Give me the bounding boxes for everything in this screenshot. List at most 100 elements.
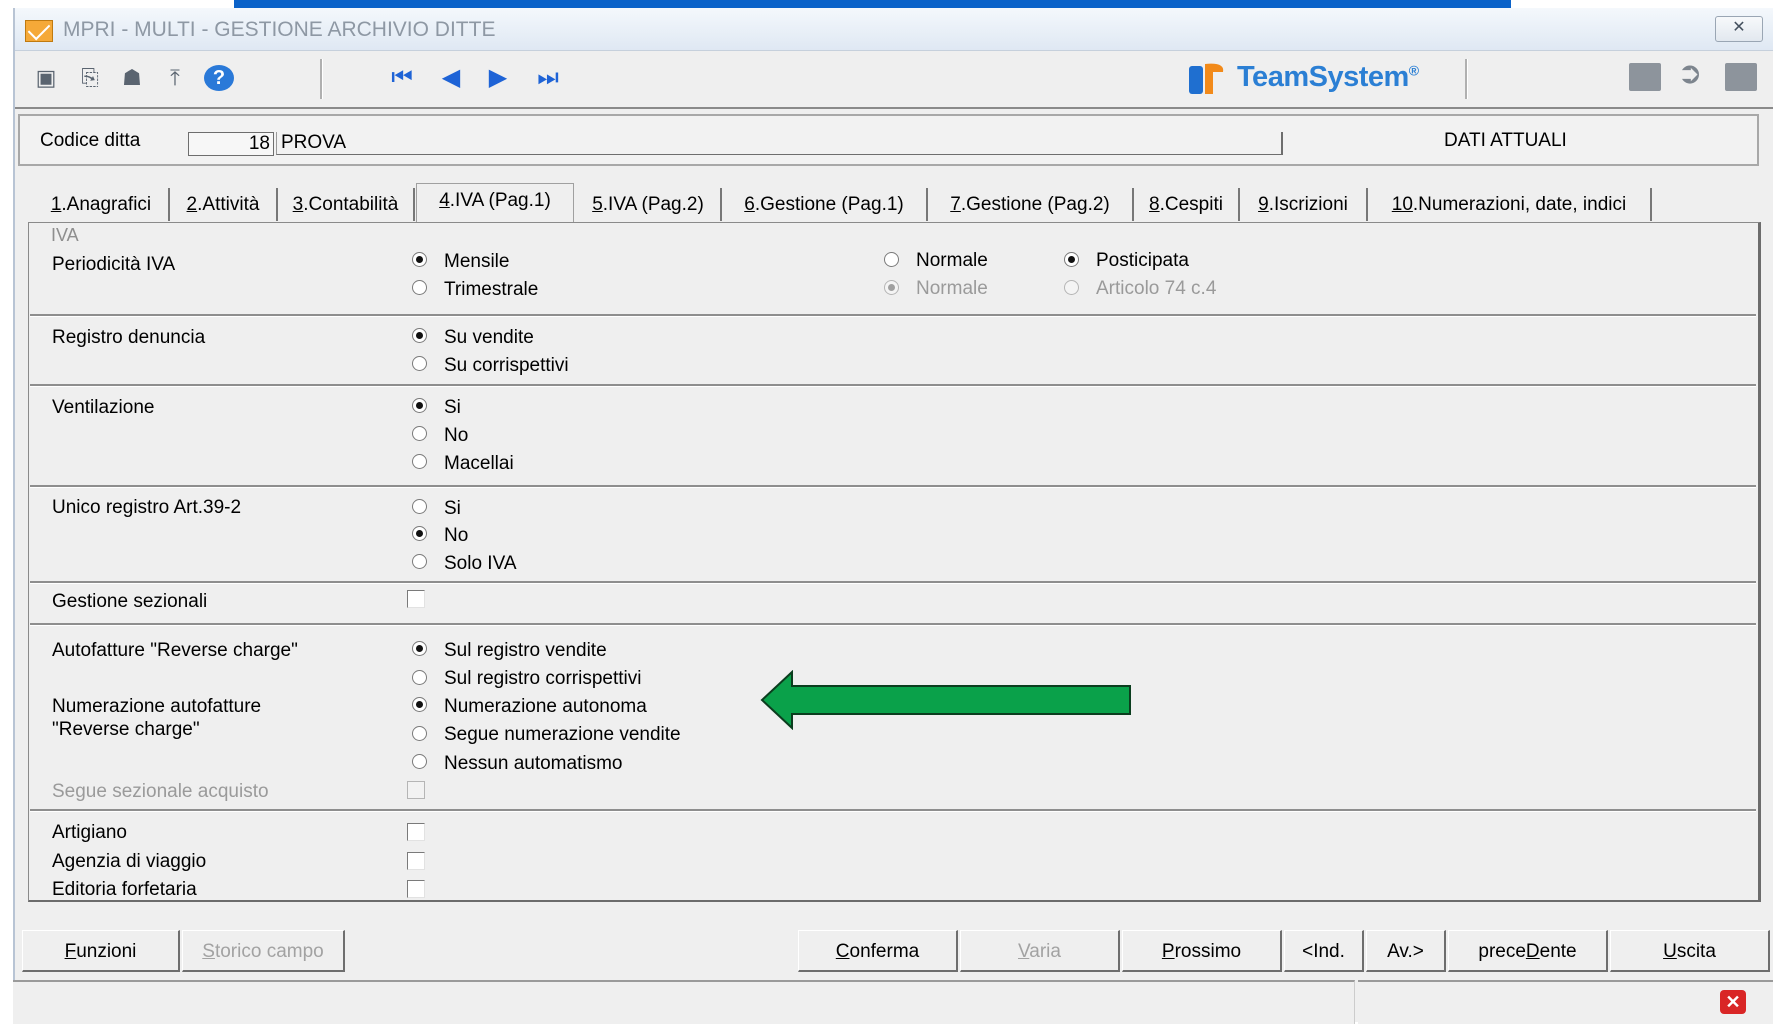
editoria-forfetaria-label: Editoria forfetaria bbox=[52, 879, 197, 900]
tipo-normale-label: Normale bbox=[916, 250, 988, 271]
app-mail-icon bbox=[25, 20, 53, 42]
section-divider bbox=[30, 623, 1756, 626]
nessun-automatismo-radio[interactable] bbox=[412, 754, 427, 769]
autofatture-vendite-radio[interactable] bbox=[412, 641, 427, 656]
segue-numerazione-vendite-radio[interactable] bbox=[412, 726, 427, 741]
numerazione-autofatture-label: Numerazione autofatture bbox=[52, 696, 262, 717]
conferma-button[interactable]: Conferma bbox=[798, 930, 958, 972]
window-title: MPRI - MULTI - GESTIONE ARCHIVIO DITTE bbox=[63, 18, 496, 41]
unico-si-label: Si bbox=[444, 498, 461, 519]
periodicita-mensile-label: Mensile bbox=[444, 251, 510, 272]
storico-campo-button: Storico campo bbox=[182, 930, 345, 972]
unico-no-label: No bbox=[444, 525, 469, 546]
camera-icon[interactable]: ▣ bbox=[31, 65, 61, 91]
funzioni-button[interactable]: Funzioni bbox=[22, 930, 180, 972]
prossimo-button[interactable]: Prossimo bbox=[1122, 930, 1282, 972]
toolbar-separator bbox=[320, 59, 323, 99]
teamsystem-logo-icon bbox=[1189, 63, 1224, 94]
registro-denuncia-label: Registro denuncia bbox=[52, 327, 206, 348]
data-status-label: DATI ATTUALI bbox=[1444, 130, 1567, 151]
printer-icon[interactable]: ⎘ bbox=[75, 65, 105, 91]
print-preview-icon[interactable]: ☗ bbox=[117, 65, 147, 91]
periodicita-label: Periodicità IVA bbox=[52, 254, 176, 275]
tab-attivita[interactable]: 2.Attività bbox=[170, 188, 278, 221]
exit-icon[interactable] bbox=[1725, 63, 1757, 91]
ventilazione-si-label: Si bbox=[444, 397, 461, 418]
precedente-button[interactable]: preceDente bbox=[1448, 930, 1608, 972]
autofatture-corrispettivi-radio[interactable] bbox=[412, 670, 427, 685]
gestione-sezionali-checkbox[interactable] bbox=[407, 590, 425, 608]
tab-numerazioni[interactable]: 10.Numerazioni, date, indici bbox=[1368, 188, 1652, 221]
avanti-button[interactable]: Av.> bbox=[1366, 930, 1446, 972]
ventilazione-macellai-label: Macellai bbox=[444, 453, 514, 474]
section-divider bbox=[30, 809, 1756, 812]
help-icon[interactable]: ? bbox=[204, 65, 234, 91]
periodicita-trimestrale-label: Trimestrale bbox=[444, 279, 539, 300]
save-icon[interactable] bbox=[1629, 63, 1661, 91]
status-bar-right bbox=[1358, 980, 1773, 1024]
uscita-button[interactable]: Uscita bbox=[1610, 930, 1770, 972]
agenzia-viaggio-checkbox[interactable] bbox=[407, 852, 425, 870]
liquidazione-posticipata-label: Posticipata bbox=[1096, 250, 1189, 271]
articolo-74-radio bbox=[1064, 280, 1079, 295]
unico-registro-label: Unico registro Art.39-2 bbox=[52, 497, 242, 518]
ventilazione-no-radio[interactable] bbox=[412, 426, 427, 441]
autofatture-vendite-label: Sul registro vendite bbox=[444, 640, 607, 661]
artigiano-checkbox[interactable] bbox=[407, 823, 425, 841]
tab-anagrafici[interactable]: 1.Anagrafici bbox=[34, 188, 170, 221]
registro-corrispettivi-label: Su corrispettivi bbox=[444, 355, 569, 376]
company-header-panel: Codice ditta 18 PROVA DATI ATTUALI bbox=[18, 114, 1759, 166]
top-accent-bar bbox=[234, 0, 1511, 8]
edit-icon[interactable]: ➲ bbox=[1675, 59, 1705, 89]
periodicita-trimestrale-radio[interactable] bbox=[412, 280, 427, 295]
window-close-button[interactable]: ✕ bbox=[1715, 16, 1763, 42]
iva-page-panel bbox=[28, 222, 1761, 902]
section-divider bbox=[30, 485, 1756, 488]
numerazione-autonoma-radio[interactable] bbox=[412, 697, 427, 712]
numerazione-autonoma-label: Numerazione autonoma bbox=[444, 696, 647, 717]
periodicita-mensile-radio[interactable] bbox=[412, 252, 427, 267]
unico-solo-iva-radio[interactable] bbox=[412, 554, 427, 569]
numerazione-autofatture-label-2: "Reverse charge" bbox=[52, 719, 200, 740]
gestione-sezionali-label: Gestione sezionali bbox=[52, 591, 208, 612]
tab-iscrizioni[interactable]: 9.Iscrizioni bbox=[1240, 188, 1368, 221]
autofatture-label: Autofatture "Reverse charge" bbox=[52, 640, 298, 661]
tab-gestione-pag1[interactable]: 6.Gestione (Pag.1) bbox=[722, 188, 928, 221]
nessun-automatismo-label: Nessun automatismo bbox=[444, 753, 623, 774]
ventilazione-macellai-radio[interactable] bbox=[412, 454, 427, 469]
registro-corrispettivi-radio[interactable] bbox=[412, 356, 427, 371]
tipo-normale-disabled-radio bbox=[884, 280, 899, 295]
tipo-normale-radio[interactable] bbox=[884, 252, 899, 267]
indietro-button[interactable]: <Ind. bbox=[1284, 930, 1364, 972]
editoria-forfetaria-checkbox[interactable] bbox=[407, 880, 425, 898]
registro-vendite-radio[interactable] bbox=[412, 328, 427, 343]
tab-gestione-pag2[interactable]: 7.Gestione (Pag.2) bbox=[928, 188, 1134, 221]
section-divider bbox=[30, 384, 1756, 387]
previous-record-icon[interactable]: ◀ bbox=[436, 63, 466, 93]
group-legend: IVA bbox=[48, 225, 82, 246]
next-record-icon[interactable]: ▶ bbox=[483, 63, 513, 93]
toolbar-separator bbox=[1465, 59, 1468, 99]
last-record-icon[interactable]: ⏭ bbox=[533, 63, 563, 93]
title-bar: MPRI - MULTI - GESTIONE ARCHIVIO DITTE ✕ bbox=[15, 8, 1773, 51]
articolo-74-label: Articolo 74 c.4 bbox=[1096, 278, 1217, 299]
company-name-field[interactable]: PROVA bbox=[276, 132, 1283, 155]
liquidazione-posticipata-radio[interactable] bbox=[1064, 252, 1079, 267]
unico-no-radio[interactable] bbox=[412, 526, 427, 541]
status-bar-left bbox=[13, 980, 1355, 1024]
tab-iva-pag1[interactable]: 4.IVA (Pag.1) bbox=[416, 183, 574, 222]
section-divider bbox=[30, 314, 1756, 317]
tab-contabilita[interactable]: 3.Contabilità bbox=[278, 188, 415, 221]
artigiano-label: Artigiano bbox=[52, 822, 127, 843]
company-code-label: Codice ditta bbox=[40, 130, 141, 151]
upload-icon[interactable]: ⤒ bbox=[160, 65, 190, 91]
company-code-field[interactable]: 18 bbox=[188, 132, 274, 156]
first-record-icon[interactable]: ⏮ bbox=[387, 63, 417, 93]
tab-cespiti[interactable]: 8.Cespiti bbox=[1134, 188, 1240, 221]
ventilazione-si-radio[interactable] bbox=[412, 398, 427, 413]
segue-numerazione-vendite-label: Segue numerazione vendite bbox=[444, 724, 681, 745]
agenzia-viaggio-label: Agenzia di viaggio bbox=[52, 851, 207, 872]
status-close-icon[interactable]: ✕ bbox=[1720, 990, 1746, 1014]
unico-si-radio[interactable] bbox=[412, 499, 427, 514]
tab-iva-pag2[interactable]: 5.IVA (Pag.2) bbox=[576, 188, 722, 221]
